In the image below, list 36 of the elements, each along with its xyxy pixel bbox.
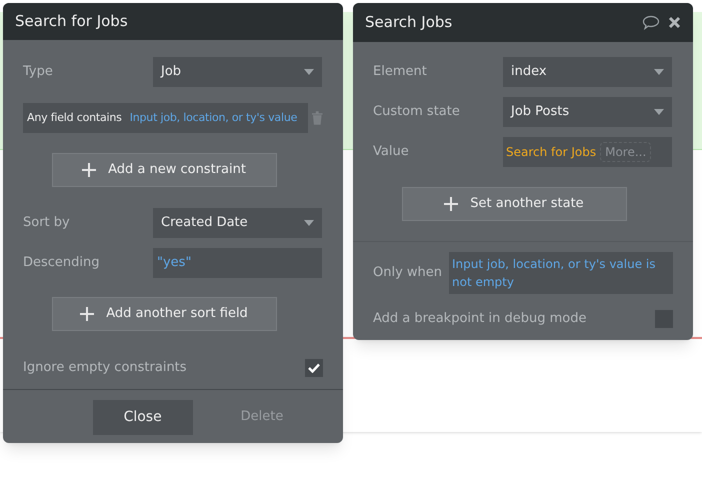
field-label: Custom state: [373, 103, 461, 122]
dropdown[interactable]: index: [503, 57, 672, 87]
checkbox[interactable]: [305, 358, 323, 377]
checkmark-icon: [308, 362, 320, 373]
panel-title: Search Jobs: [365, 12, 454, 34]
close-button[interactable]: Close: [92, 400, 193, 434]
dropdown[interactable]: Job Posts: [503, 97, 672, 127]
caret-icon: [654, 109, 664, 115]
add-button[interactable]: Add a new constraint: [52, 153, 276, 187]
constraint-field[interactable]: Any field contains Input job, location, or ty's value: [23, 103, 308, 133]
plus-icon: [444, 197, 458, 211]
dropdown[interactable]: Created Date: [153, 208, 322, 238]
add-button[interactable]: Add another sort field: [52, 297, 276, 331]
close-icon[interactable]: [668, 16, 681, 29]
field-label: Type: [23, 63, 54, 82]
condition-field[interactable]: Input job, location, or ty's value is not empty: [449, 252, 673, 294]
caret-icon: [304, 69, 314, 75]
add-button[interactable]: Set another state: [402, 187, 626, 221]
field-label: Ignore empty constraints: [23, 359, 187, 377]
field-label: Only when: [373, 264, 444, 282]
field-label: Add a breakpoint in debug mode: [373, 310, 586, 328]
plus-icon: [80, 307, 94, 321]
caret-icon: [654, 69, 664, 75]
expression-field[interactable]: Search for Jobs More...: [503, 137, 672, 167]
field-label: Element: [373, 63, 428, 82]
field-label: Descending: [23, 254, 101, 272]
value-field[interactable]: "yes": [153, 248, 322, 278]
panel-title: Search for Jobs: [15, 11, 128, 32]
comment-icon[interactable]: [642, 14, 660, 30]
checkbox[interactable]: [655, 310, 673, 328]
more-link[interactable]: More...: [600, 142, 652, 162]
plus-icon: [82, 163, 96, 177]
caret-icon: [304, 220, 314, 226]
dropdown[interactable]: Job: [153, 57, 322, 87]
field-label: Sort by: [23, 214, 71, 232]
field-label: Value: [373, 143, 410, 162]
